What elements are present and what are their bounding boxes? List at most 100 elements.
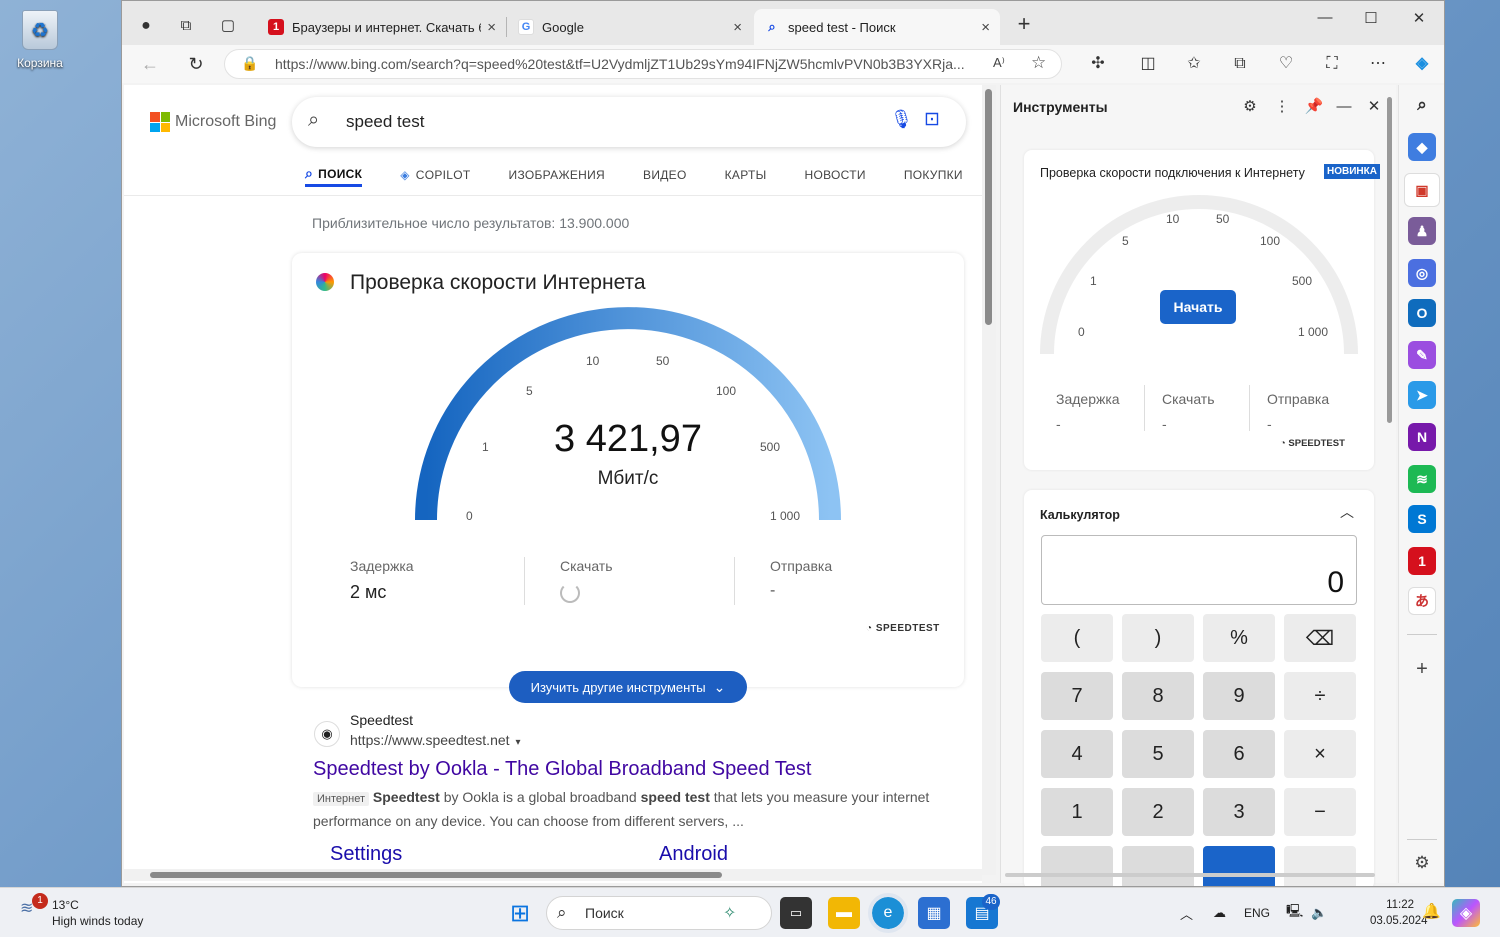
- result-site-name[interactable]: Speedtest: [350, 712, 413, 728]
- maximize-button[interactable]: ☐: [1348, 9, 1394, 29]
- workspaces-icon[interactable]: ⧉: [172, 13, 200, 39]
- key-6[interactable]: 6: [1203, 730, 1275, 778]
- chevron-up-icon[interactable]: ︿: [1340, 502, 1354, 522]
- scrollbar-thumb[interactable]: [150, 872, 722, 878]
- key-blank[interactable]: [1122, 846, 1194, 886]
- tab-browsers[interactable]: 1 Браузеры и интернет. Скачать б ×: [258, 9, 506, 45]
- microsoft365-icon[interactable]: ◎: [1408, 259, 1436, 287]
- back-icon[interactable]: ←: [136, 51, 164, 77]
- search-box[interactable]: ⌕ speed test 🎙 ⊡: [292, 97, 966, 147]
- key-equals[interactable]: [1203, 846, 1275, 886]
- more-menu-icon[interactable]: ⋯: [1364, 51, 1392, 77]
- scope-video[interactable]: ВИДЕО: [643, 163, 687, 187]
- speedtest-provider[interactable]: ◔ SPEEDTEST: [866, 623, 940, 634]
- tab-speed-test[interactable]: ⌕ speed test - Поиск ×: [754, 9, 1000, 45]
- caret-down-icon[interactable]: ▾: [516, 737, 521, 748]
- extensions-icon[interactable]: ✣: [1084, 51, 1112, 77]
- pin-icon[interactable]: 📌: [1301, 95, 1327, 119]
- recycle-bin[interactable]: ♻ Корзина: [10, 10, 70, 80]
- start-test-button[interactable]: Начать: [1160, 290, 1236, 324]
- more-options-icon[interactable]: ⋮: [1269, 95, 1295, 119]
- key-3[interactable]: 3: [1203, 788, 1275, 836]
- search-query[interactable]: speed test: [346, 112, 424, 132]
- language-indicator[interactable]: ENG: [1244, 906, 1270, 920]
- profile-icon[interactable]: ●: [132, 13, 160, 39]
- split-screen-icon[interactable]: ◫: [1134, 51, 1162, 77]
- read-aloud-icon[interactable]: A⁾: [993, 55, 1005, 71]
- favorites-icon[interactable]: ✩: [1180, 51, 1208, 77]
- tab-google[interactable]: G Google ×: [508, 9, 752, 45]
- copilot-icon[interactable]: ◈: [1408, 51, 1436, 77]
- close-window-button[interactable]: ✕: [1396, 9, 1442, 29]
- key-plus[interactable]: [1284, 846, 1356, 886]
- taskbar-search[interactable]: ⌕ Поиск ✧: [546, 896, 772, 930]
- microphone-icon[interactable]: 🎙: [890, 109, 913, 130]
- new-tab-button[interactable]: +: [1010, 13, 1038, 39]
- task-view-icon[interactable]: ▭: [780, 897, 812, 929]
- tools-briefcase-icon[interactable]: ▣: [1404, 173, 1440, 207]
- spotify-icon[interactable]: ≋: [1408, 465, 1436, 493]
- key-0[interactable]: [1041, 846, 1113, 886]
- scrollbar-thumb[interactable]: [985, 89, 992, 325]
- edge-icon[interactable]: e: [868, 893, 908, 933]
- tab-actions-icon[interactable]: ▢: [214, 13, 242, 39]
- weather-widget[interactable]: ≋ 1 13°C High winds today: [20, 893, 143, 929]
- collections-icon[interactable]: ⧉: [1226, 51, 1254, 77]
- tab-close-icon[interactable]: ×: [733, 19, 742, 36]
- volume-icon[interactable]: 🔈: [1311, 905, 1327, 921]
- scope-search[interactable]: ⌕ ПОИСК: [305, 163, 363, 187]
- tab-close-icon[interactable]: ×: [487, 19, 496, 36]
- chevron-up-icon[interactable]: ︿: [1180, 904, 1193, 923]
- screenshot-icon[interactable]: ⛶: [1318, 51, 1346, 77]
- result-url[interactable]: https://www.speedtest.net ▾: [350, 732, 521, 748]
- key-5[interactable]: 5: [1122, 730, 1194, 778]
- side-panel-horizontal-scrollbar[interactable]: [1005, 873, 1375, 877]
- games-icon[interactable]: ♟: [1408, 217, 1436, 245]
- notification-bell-icon[interactable]: 🔔: [1422, 902, 1441, 920]
- key-8[interactable]: 8: [1122, 672, 1194, 720]
- onenote-icon[interactable]: N: [1408, 423, 1436, 451]
- key-open-paren[interactable]: (: [1041, 614, 1113, 662]
- network-icon[interactable]: 🖳: [1286, 902, 1303, 924]
- side-panel-scrollbar[interactable]: [1387, 97, 1392, 423]
- tab-close-icon[interactable]: ×: [981, 19, 990, 36]
- add-icon[interactable]: +: [1408, 655, 1436, 683]
- scope-maps[interactable]: КАРТЫ: [725, 163, 767, 187]
- telegram-icon[interactable]: ➤: [1408, 381, 1436, 409]
- start-icon[interactable]: ⊞: [504, 897, 536, 929]
- key-7[interactable]: 7: [1041, 672, 1113, 720]
- settings-sliders-icon[interactable]: ⚙: [1237, 95, 1263, 119]
- key-close-paren[interactable]: ): [1122, 614, 1194, 662]
- key-backspace[interactable]: ⌫: [1284, 614, 1356, 662]
- favorite-star-icon[interactable]: ☆: [1031, 53, 1046, 73]
- key-percent[interactable]: %: [1203, 614, 1275, 662]
- address-bar[interactable]: 🔒 https://www.bing.com/search?q=speed%20…: [224, 49, 1062, 79]
- softportal-icon[interactable]: 1: [1408, 547, 1436, 575]
- page-horizontal-scrollbar[interactable]: [124, 869, 982, 881]
- key-1[interactable]: 1: [1041, 788, 1113, 836]
- sublink-android[interactable]: Android: [659, 843, 728, 866]
- scope-images[interactable]: ИЗОБРАЖЕНИЯ: [509, 163, 606, 187]
- key-9[interactable]: 9: [1203, 672, 1275, 720]
- scope-copilot[interactable]: ◈ COPILOT: [400, 163, 470, 187]
- key-divide[interactable]: ÷: [1284, 672, 1356, 720]
- key-4[interactable]: 4: [1041, 730, 1113, 778]
- lock-icon[interactable]: 🔒: [241, 55, 258, 72]
- scope-news[interactable]: НОВОСТИ: [805, 163, 866, 187]
- key-minus[interactable]: −: [1284, 788, 1356, 836]
- search-icon[interactable]: ⌕: [1408, 91, 1436, 119]
- explore-tools-button[interactable]: Изучить другие инструменты ⌄: [509, 671, 747, 703]
- scope-shopping[interactable]: ПОКУПКИ: [904, 163, 963, 187]
- visual-search-icon[interactable]: ⊡: [924, 108, 940, 131]
- onedrive-icon[interactable]: ☁: [1213, 905, 1226, 921]
- outlook-icon[interactable]: O: [1408, 299, 1436, 327]
- minimize-button[interactable]: —: [1302, 9, 1348, 29]
- store-icon[interactable]: ▦: [918, 897, 950, 929]
- close-panel-icon[interactable]: ✕: [1361, 95, 1387, 119]
- gear-icon[interactable]: ⚙: [1408, 849, 1436, 877]
- copilot-taskbar-icon[interactable]: ◈: [1452, 899, 1480, 927]
- page-vertical-scrollbar[interactable]: [982, 85, 996, 875]
- performance-icon[interactable]: ♡: [1272, 51, 1300, 77]
- designer-icon[interactable]: ✎: [1408, 341, 1436, 369]
- url-text[interactable]: https://www.bing.com/search?q=speed%20te…: [275, 56, 985, 72]
